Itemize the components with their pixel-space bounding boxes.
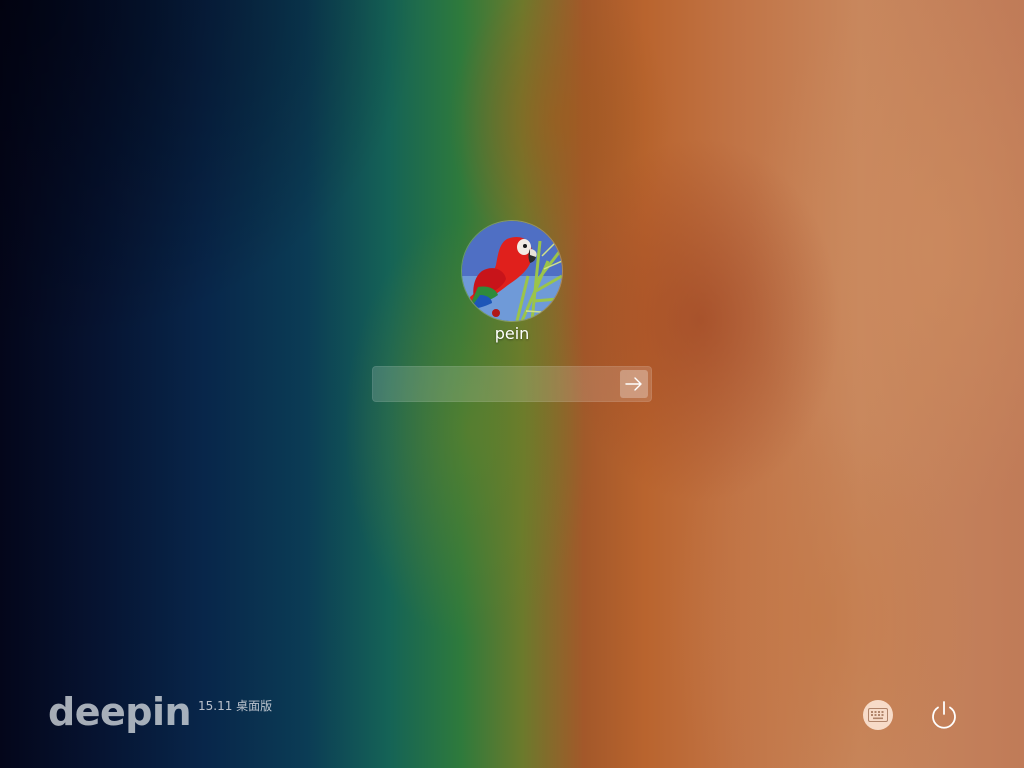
keyboard-icon: [868, 708, 888, 722]
password-box: [372, 366, 652, 402]
password-input[interactable]: [372, 366, 612, 402]
power-icon: [932, 701, 956, 729]
username-label: pein: [494, 324, 530, 343]
deepin-logo: deepin: [48, 690, 192, 734]
user-avatar[interactable]: [462, 221, 562, 321]
parrot-avatar-image: [462, 221, 562, 321]
keyboard-layout-button[interactable]: [863, 700, 893, 730]
power-button[interactable]: [926, 697, 962, 733]
lock-screen: pein deepin 15.11 桌面版: [0, 0, 1024, 768]
login-submit-button[interactable]: [620, 370, 648, 398]
arrow-right-icon: [625, 377, 642, 391]
version-label: 15.11 桌面版: [198, 699, 273, 713]
